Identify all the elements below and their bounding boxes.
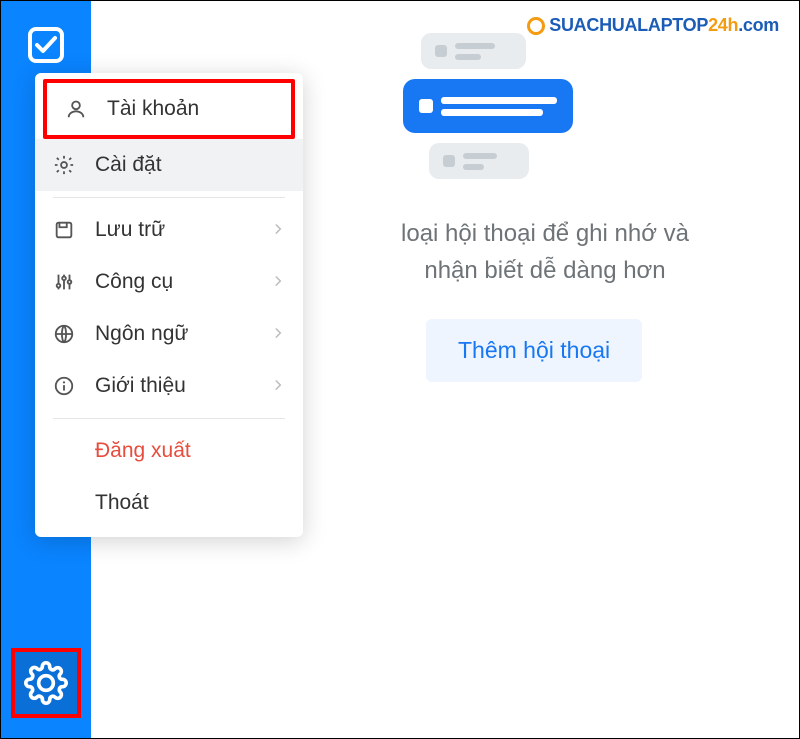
chat-bubble-small	[429, 143, 529, 179]
gear-icon	[24, 661, 68, 705]
menu-label-exit: Thoát	[95, 491, 149, 515]
menu-label-about: Giới thiệu	[95, 374, 186, 398]
chevron-right-icon	[271, 218, 285, 242]
menu-label-settings: Cài đặt	[95, 153, 162, 177]
chevron-right-icon	[271, 374, 285, 398]
globe-icon	[53, 323, 85, 345]
menu-divider	[53, 418, 285, 419]
menu-label-logout: Đăng xuất	[95, 439, 191, 463]
menu-item-about[interactable]: Giới thiệu	[35, 360, 303, 412]
save-icon	[53, 219, 85, 241]
user-icon	[65, 98, 97, 120]
menu-label-storage: Lưu trữ	[95, 218, 165, 242]
chevron-right-icon	[271, 322, 285, 346]
menu-label-language: Ngôn ngữ	[95, 322, 188, 346]
menu-item-language[interactable]: Ngôn ngữ	[35, 308, 303, 360]
menu-item-exit[interactable]: Thoát	[35, 477, 303, 529]
settings-popup-menu: Tài khoản Cài đặt Lưu trữ Công cụ Ngôn n…	[35, 73, 303, 537]
sliders-icon	[53, 271, 85, 293]
chat-bubble-highlight	[403, 79, 573, 133]
add-conversation-button[interactable]: Thêm hội thoại	[426, 319, 642, 382]
hint-line-1: loại hội thoại để ghi nhớ và	[401, 220, 689, 247]
watermark-text-3: .com	[738, 15, 779, 35]
menu-label-account: Tài khoản	[107, 97, 199, 121]
menu-item-storage[interactable]: Lưu trữ	[35, 204, 303, 256]
sidebar-settings-button[interactable]	[11, 648, 81, 718]
hint-text: loại hội thoại để ghi nhớ và nhận biết d…	[331, 215, 759, 289]
checkbox-icon	[26, 25, 66, 65]
chevron-right-icon	[271, 270, 285, 294]
watermark-text-2: 24h	[708, 15, 738, 35]
chat-bubble-small	[421, 33, 526, 69]
menu-divider	[53, 197, 285, 198]
info-icon	[53, 375, 85, 397]
menu-item-logout[interactable]: Đăng xuất	[35, 425, 303, 477]
hint-line-2: nhận biết dễ dàng hơn	[424, 257, 665, 284]
menu-item-settings[interactable]: Cài đặt	[35, 139, 303, 191]
sidebar-top-check-icon[interactable]	[22, 21, 70, 69]
chat-illustration	[421, 33, 621, 189]
gear-icon	[53, 154, 85, 176]
watermark-gear-icon	[527, 17, 545, 35]
menu-item-account[interactable]: Tài khoản	[43, 79, 295, 139]
menu-label-tools: Công cụ	[95, 270, 173, 294]
watermark-text-1: SUACHUALAPTOP	[549, 15, 708, 35]
menu-item-tools[interactable]: Công cụ	[35, 256, 303, 308]
